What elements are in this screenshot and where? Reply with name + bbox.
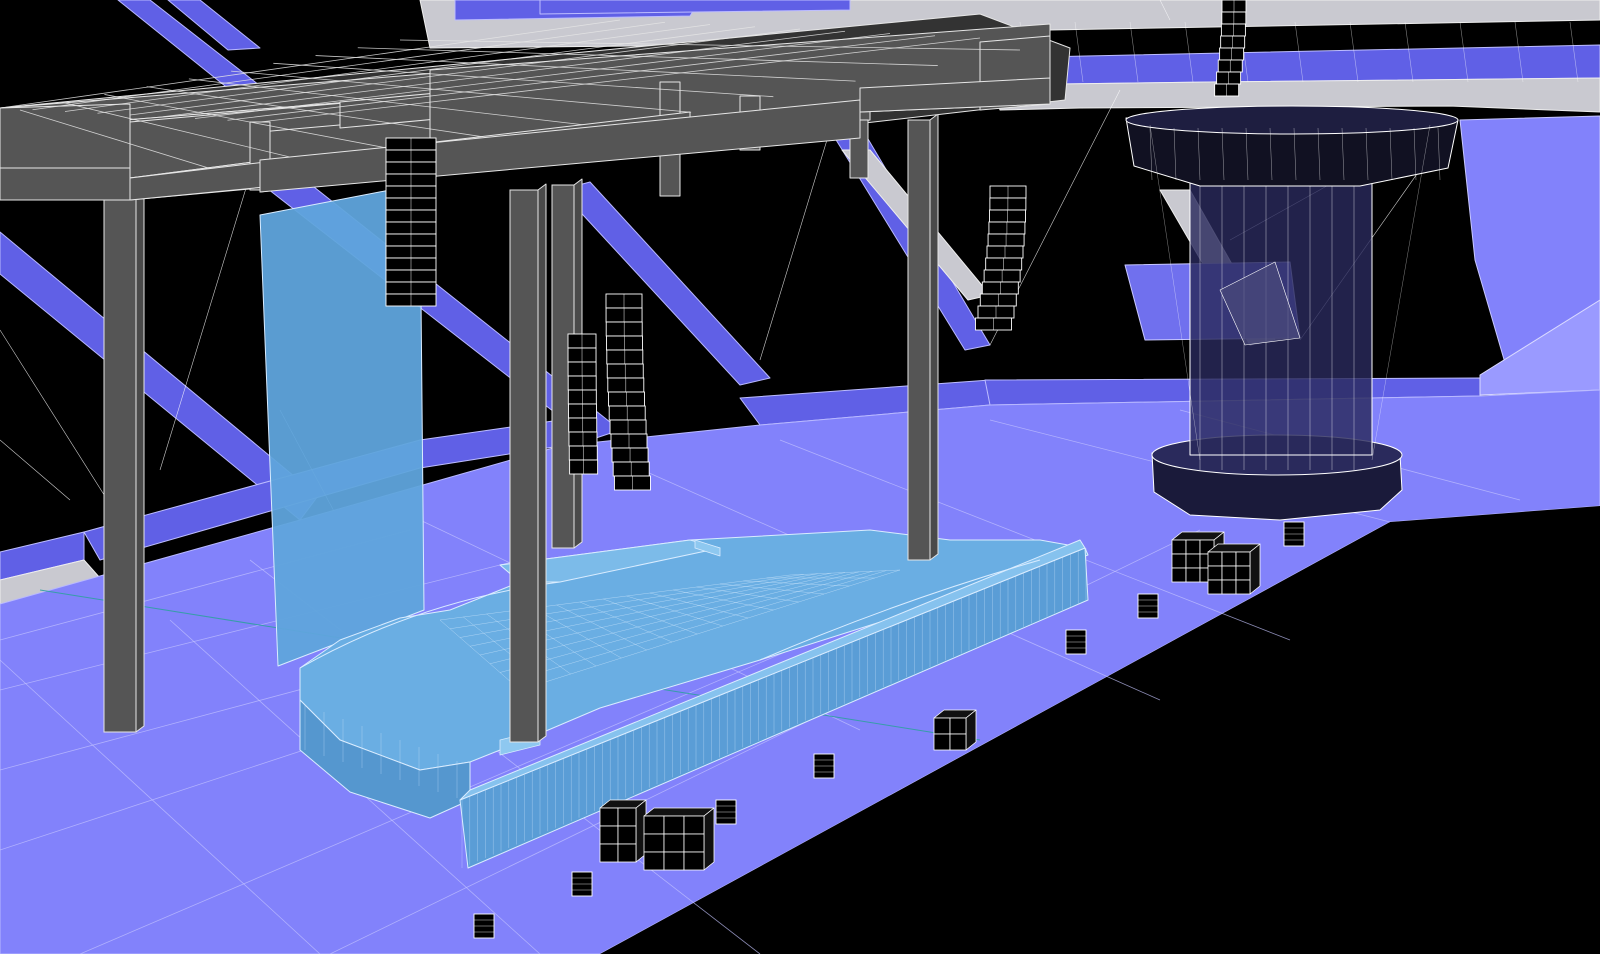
line-array-left-main[interactable] xyxy=(385,137,437,307)
front-fill-center[interactable] xyxy=(933,709,977,751)
sub-stack-right-2[interactable] xyxy=(1207,543,1261,595)
subwoofer-cabinet[interactable] xyxy=(1185,539,1201,555)
stack-side xyxy=(703,807,715,871)
subwoofer-cabinet[interactable] xyxy=(1235,551,1251,567)
subwoofer-cabinet[interactable] xyxy=(617,807,637,827)
subwoofer-cabinet[interactable] xyxy=(683,815,705,835)
front-fill-speaker[interactable] xyxy=(1283,521,1305,547)
sub-stack-front-left-2[interactable] xyxy=(643,807,715,871)
front-fill-speaker[interactable] xyxy=(1065,629,1087,655)
3d-viewport[interactable] xyxy=(0,0,1600,954)
subwoofer-cabinet[interactable] xyxy=(1235,579,1251,595)
subwoofer-cabinet[interactable] xyxy=(599,843,619,863)
leg-front[interactable] xyxy=(907,119,931,561)
subwoofer-cabinet[interactable] xyxy=(933,733,951,751)
front-fill-speaker[interactable] xyxy=(715,799,737,825)
subwoofer-cabinet[interactable] xyxy=(599,825,619,845)
stack-side xyxy=(1249,543,1261,595)
front-fill-speaker[interactable] xyxy=(571,871,593,897)
subwoofer-cabinet[interactable] xyxy=(1185,553,1201,569)
leg-front[interactable] xyxy=(103,149,137,733)
subwoofer-cabinet[interactable] xyxy=(663,833,685,853)
sub-stack-front-left[interactable] xyxy=(599,799,647,863)
subwoofer-cabinet[interactable] xyxy=(1207,565,1223,581)
leg-side xyxy=(135,143,145,733)
leg-side xyxy=(929,113,939,561)
front-fill-speaker[interactable] xyxy=(473,913,495,939)
subwoofer-cabinet[interactable] xyxy=(599,807,619,827)
truss-leg-front-left[interactable] xyxy=(103,143,145,733)
subwoofer-cabinet[interactable] xyxy=(683,851,705,871)
subwoofer-cabinet[interactable] xyxy=(663,851,685,871)
subwoofer-cabinet[interactable] xyxy=(1207,579,1223,595)
front-fill-speaker[interactable] xyxy=(813,753,835,779)
truss-leg-front-center[interactable] xyxy=(509,183,547,743)
subwoofer-cabinet[interactable] xyxy=(1221,551,1237,567)
subwoofer-cabinet[interactable] xyxy=(643,833,665,853)
subwoofer-cabinet[interactable] xyxy=(1171,567,1187,583)
subwoofer-cabinet[interactable] xyxy=(1207,551,1223,567)
front-fill-speaker[interactable] xyxy=(1137,593,1159,619)
leg-front[interactable] xyxy=(509,189,539,743)
subwoofer-cabinet[interactable] xyxy=(949,733,967,751)
subwoofer-cabinet[interactable] xyxy=(933,717,951,735)
subwoofer-cabinet[interactable] xyxy=(1221,579,1237,595)
subwoofer-cabinet[interactable] xyxy=(663,815,685,835)
subwoofer-cabinet[interactable] xyxy=(617,843,637,863)
roof-front-beam xyxy=(0,167,131,201)
subwoofer-cabinet[interactable] xyxy=(643,851,665,871)
subwoofer-cabinet[interactable] xyxy=(643,815,665,835)
subwoofer-cabinet[interactable] xyxy=(1221,565,1237,581)
venue-scene[interactable] xyxy=(0,0,1600,954)
subwoofer-cabinet[interactable] xyxy=(1171,553,1187,569)
stack-top xyxy=(643,807,715,817)
line-array-left-side[interactable] xyxy=(567,333,599,475)
subwoofer-cabinet[interactable] xyxy=(683,833,705,853)
truss-leg-back-right[interactable] xyxy=(907,113,939,561)
subwoofer-cabinet[interactable] xyxy=(1171,539,1187,555)
tower-cap-top xyxy=(1125,105,1459,135)
subwoofer-cabinet[interactable] xyxy=(617,825,637,845)
leg-side xyxy=(537,183,547,743)
subwoofer-cabinet[interactable] xyxy=(1235,565,1251,581)
subwoofer-cabinet[interactable] xyxy=(1185,567,1201,583)
subwoofer-cabinet[interactable] xyxy=(949,717,967,735)
